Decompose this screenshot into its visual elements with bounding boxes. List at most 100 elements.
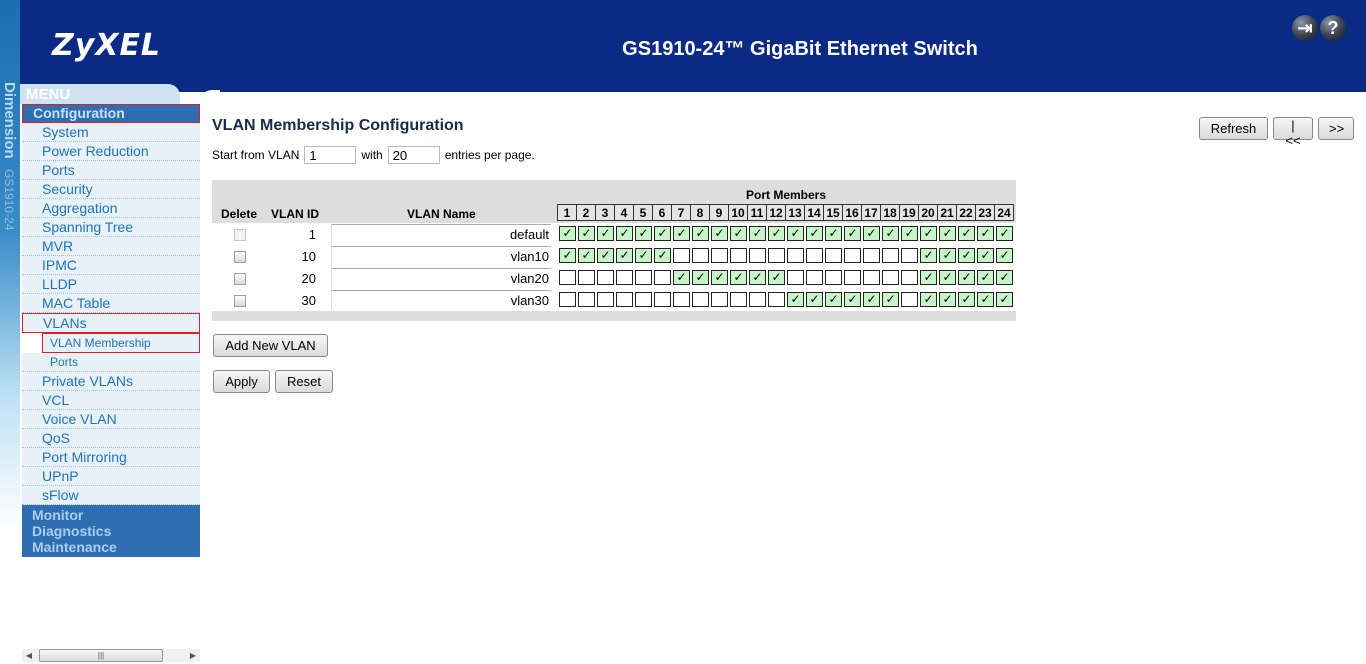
port-member-checkbox-8[interactable] [692, 292, 709, 307]
port-member-checkbox-4[interactable]: ✓ [616, 226, 633, 241]
sidebar-item-voice-vlan[interactable]: Voice VLAN [22, 410, 200, 429]
port-member-checkbox-16[interactable]: ✓ [844, 292, 861, 307]
port-member-checkbox-3[interactable]: ✓ [597, 226, 614, 241]
sidebar-item-spanning-tree[interactable]: Spanning Tree [22, 218, 200, 237]
port-member-checkbox-18[interactable] [882, 270, 899, 285]
port-member-checkbox-15[interactable] [825, 248, 842, 263]
port-member-checkbox-22[interactable]: ✓ [958, 226, 975, 241]
port-member-checkbox-10[interactable]: ✓ [730, 226, 747, 241]
logout-icon[interactable]: ⇥ [1292, 15, 1318, 41]
sidebar-item-ipmc[interactable]: IPMC [22, 256, 200, 275]
port-member-checkbox-16[interactable]: ✓ [844, 226, 861, 241]
sidebar-item-mac-table[interactable]: MAC Table [22, 294, 200, 313]
port-member-checkbox-17[interactable]: ✓ [863, 292, 880, 307]
start-vlan-input[interactable] [304, 146, 357, 164]
menu-section-diagnostics[interactable]: Diagnostics [32, 523, 200, 539]
scrollbar-thumb[interactable]: ||| [39, 649, 163, 662]
vlan-name-input[interactable]: vlan10 [331, 246, 551, 266]
port-member-checkbox-20[interactable]: ✓ [920, 270, 937, 285]
port-member-checkbox-3[interactable] [597, 292, 614, 307]
port-member-checkbox-10[interactable] [730, 248, 747, 263]
port-member-checkbox-13[interactable]: ✓ [787, 226, 804, 241]
port-member-checkbox-9[interactable]: ✓ [711, 226, 728, 241]
port-member-checkbox-12[interactable]: ✓ [768, 270, 785, 285]
port-member-checkbox-6[interactable]: ✓ [654, 248, 671, 263]
port-member-checkbox-24[interactable]: ✓ [996, 270, 1013, 285]
port-member-checkbox-23[interactable]: ✓ [977, 226, 994, 241]
port-member-checkbox-12[interactable]: ✓ [768, 226, 785, 241]
port-member-checkbox-24[interactable]: ✓ [996, 226, 1013, 241]
port-member-checkbox-17[interactable] [863, 270, 880, 285]
port-member-checkbox-20[interactable]: ✓ [920, 226, 937, 241]
port-member-checkbox-19[interactable] [901, 248, 918, 263]
port-member-checkbox-14[interactable]: ✓ [806, 226, 823, 241]
sidebar-item-vlans[interactable]: VLANs [22, 313, 200, 333]
port-member-checkbox-20[interactable]: ✓ [920, 292, 937, 307]
port-member-checkbox-5[interactable] [635, 292, 652, 307]
port-member-checkbox-23[interactable]: ✓ [977, 292, 994, 307]
vlan-name-input[interactable]: vlan30 [331, 290, 551, 310]
port-member-checkbox-8[interactable]: ✓ [692, 226, 709, 241]
port-member-checkbox-14[interactable]: ✓ [806, 292, 823, 307]
port-member-checkbox-21[interactable]: ✓ [939, 270, 956, 285]
port-member-checkbox-8[interactable] [692, 248, 709, 263]
help-icon[interactable]: ? [1320, 15, 1346, 41]
port-member-checkbox-9[interactable] [711, 292, 728, 307]
sidebar-item-aggregation[interactable]: Aggregation [22, 199, 200, 218]
menu-section-configuration[interactable]: Configuration [22, 104, 200, 123]
menu-section-maintenance[interactable]: Maintenance [32, 539, 200, 555]
sidebar-item-vlan-membership-sub[interactable]: VLAN Membership [42, 333, 200, 353]
port-member-checkbox-7[interactable]: ✓ [673, 226, 690, 241]
port-member-checkbox-3[interactable]: ✓ [597, 248, 614, 263]
menu-section-monitor[interactable]: Monitor [32, 507, 200, 523]
port-member-checkbox-10[interactable] [730, 292, 747, 307]
port-member-checkbox-2[interactable]: ✓ [578, 226, 595, 241]
port-member-checkbox-7[interactable] [673, 292, 690, 307]
port-member-checkbox-21[interactable]: ✓ [939, 292, 956, 307]
next-page-button[interactable]: >> [1318, 117, 1354, 140]
port-member-checkbox-24[interactable]: ✓ [996, 292, 1013, 307]
port-member-checkbox-11[interactable] [749, 292, 766, 307]
sidebar-item-sflow[interactable]: sFlow [22, 486, 200, 505]
port-member-checkbox-14[interactable] [806, 248, 823, 263]
port-member-checkbox-19[interactable] [901, 270, 918, 285]
sidebar-item-security[interactable]: Security [22, 180, 200, 199]
port-member-checkbox-18[interactable]: ✓ [882, 292, 899, 307]
port-member-checkbox-1[interactable] [559, 270, 576, 285]
port-member-checkbox-9[interactable] [711, 248, 728, 263]
port-member-checkbox-19[interactable]: ✓ [901, 226, 918, 241]
port-member-checkbox-2[interactable]: ✓ [578, 248, 595, 263]
port-member-checkbox-10[interactable]: ✓ [730, 270, 747, 285]
port-member-checkbox-9[interactable]: ✓ [711, 270, 728, 285]
port-member-checkbox-4[interactable]: ✓ [616, 248, 633, 263]
port-member-checkbox-15[interactable] [825, 270, 842, 285]
port-member-checkbox-13[interactable] [787, 248, 804, 263]
port-member-checkbox-4[interactable] [616, 270, 633, 285]
port-member-checkbox-18[interactable] [882, 248, 899, 263]
port-member-checkbox-22[interactable]: ✓ [958, 292, 975, 307]
port-member-checkbox-20[interactable]: ✓ [920, 248, 937, 263]
port-member-checkbox-22[interactable]: ✓ [958, 270, 975, 285]
port-member-checkbox-6[interactable] [654, 270, 671, 285]
port-member-checkbox-21[interactable]: ✓ [939, 226, 956, 241]
port-member-checkbox-6[interactable]: ✓ [654, 226, 671, 241]
port-member-checkbox-24[interactable]: ✓ [996, 248, 1013, 263]
refresh-button[interactable]: Refresh [1199, 117, 1268, 140]
sidebar-item-mvr[interactable]: MVR [22, 237, 200, 256]
port-member-checkbox-23[interactable]: ✓ [977, 270, 994, 285]
vlan-name-input[interactable]: default [331, 224, 551, 244]
port-member-checkbox-12[interactable] [768, 292, 785, 307]
port-member-checkbox-4[interactable] [616, 292, 633, 307]
port-member-checkbox-6[interactable] [654, 292, 671, 307]
port-member-checkbox-13[interactable]: ✓ [787, 292, 804, 307]
apply-button[interactable]: Apply [213, 370, 270, 393]
scroll-right-icon[interactable]: ▶ [186, 649, 200, 662]
port-member-checkbox-23[interactable]: ✓ [977, 248, 994, 263]
port-member-checkbox-19[interactable] [901, 292, 918, 307]
entries-per-page-input[interactable] [387, 146, 440, 164]
port-member-checkbox-15[interactable]: ✓ [825, 226, 842, 241]
port-member-checkbox-2[interactable] [578, 270, 595, 285]
sidebar-item-qos[interactable]: QoS [22, 429, 200, 448]
port-member-checkbox-17[interactable]: ✓ [863, 226, 880, 241]
port-member-checkbox-11[interactable] [749, 248, 766, 263]
